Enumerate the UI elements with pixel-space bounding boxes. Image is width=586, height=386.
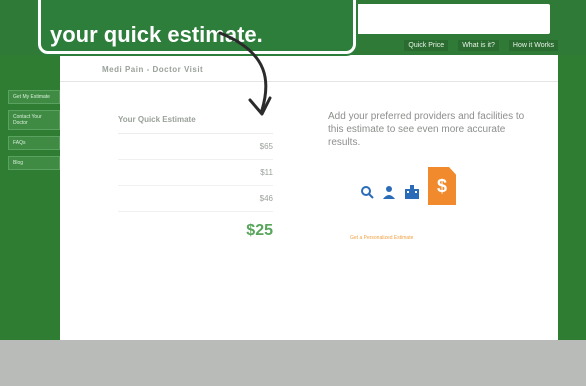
estimate-total: $25 xyxy=(118,212,273,240)
add-providers-text: Add your preferred providers and facilit… xyxy=(328,111,525,148)
facility-provider[interactable] xyxy=(404,185,420,205)
page-title: Medi Pain - Doctor Visit xyxy=(102,65,204,74)
sidebar-item-faqs[interactable]: FAQs xyxy=(8,136,60,150)
estimate-panel: Your Quick Estimate $65 $11 $46 $25 xyxy=(118,115,273,240)
estimate-row-amount: $65 xyxy=(259,142,273,151)
facility-icon[interactable] xyxy=(404,185,420,204)
sidebar-item-estimate[interactable]: Get My Estimate xyxy=(8,90,60,104)
main-panel: Medi Pain - Doctor Visit Your Quick Esti… xyxy=(60,55,558,340)
estimate-row: $65 xyxy=(118,134,273,160)
estimate-row-amount: $11 xyxy=(260,168,273,177)
doctor-icon[interactable] xyxy=(382,185,396,204)
estimate-row-amount: $46 xyxy=(259,194,273,203)
sidebar-item-blog[interactable]: Blog xyxy=(8,156,60,170)
doctor-provider[interactable] xyxy=(382,185,396,205)
sidebar-item-contact[interactable]: Contact Your Doctor xyxy=(8,110,60,130)
dollar-document-icon[interactable]: $ xyxy=(428,167,456,205)
estimate-total-amount: $25 xyxy=(246,222,273,239)
estimate-row: $46 xyxy=(118,186,273,212)
estimate-document[interactable]: $ xyxy=(428,167,456,205)
personalized-estimate-link[interactable]: Get a Personalized Estimate xyxy=(350,235,413,241)
nav-item-quick-price[interactable]: Quick Price xyxy=(404,40,449,51)
right-sidebar xyxy=(558,55,586,345)
nav-item-what-is-it[interactable]: What is it? xyxy=(458,40,499,51)
arrow-icon xyxy=(218,31,272,116)
provider-icons: $ xyxy=(360,167,456,205)
sidebar-menu: Get My Estimate Contact Your Doctor FAQs… xyxy=(8,90,60,170)
nav-item-how-it-works[interactable]: How it Works xyxy=(508,40,558,51)
footer xyxy=(0,340,586,386)
header-panel xyxy=(345,4,550,34)
estimate-row: $11 xyxy=(118,160,273,186)
search-icon[interactable] xyxy=(360,185,374,204)
search-provider[interactable] xyxy=(360,185,374,205)
top-nav: Quick Price What is it? How it Works xyxy=(404,40,558,51)
divider xyxy=(60,81,558,82)
